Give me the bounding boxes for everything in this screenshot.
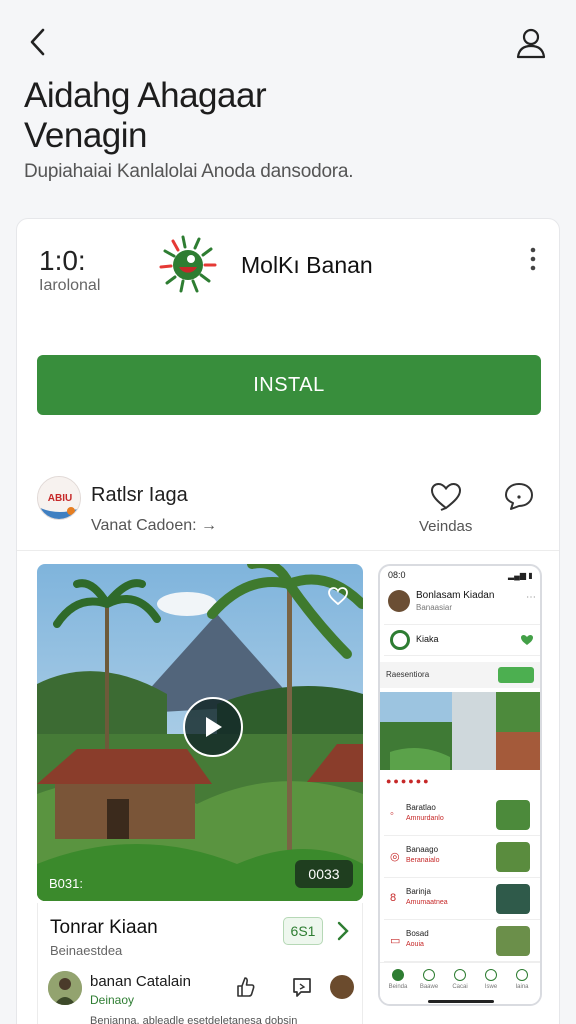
- phone-section-button: [498, 667, 534, 683]
- phone-list-item: 8 Barinja Amumaatnea: [384, 878, 540, 920]
- phone-list-thumb: [496, 800, 530, 830]
- phone-list-sub: Amnurdanlo: [406, 815, 444, 822]
- title-line-2: Venagin: [24, 116, 148, 155]
- video-thumbnail[interactable]: B031: 0033: [37, 564, 363, 901]
- media-caption: Tonrar Kiaan Beinaestdea 6S1 banan Catal…: [37, 903, 363, 1024]
- more-vertical-icon: [530, 247, 536, 271]
- phone-list-title: Banaago: [406, 845, 439, 854]
- phone-list-icon: ◎: [390, 851, 400, 863]
- user-subtitle: Deinaoy: [90, 993, 135, 1007]
- phone-app-row: Kiaka: [384, 624, 540, 656]
- phone-app-logo-icon: [390, 630, 410, 650]
- phone-list-thumb: [496, 884, 530, 914]
- phone-list-thumb: [496, 926, 530, 956]
- media-title: Tonrar Kiaan: [50, 917, 158, 938]
- chevron-left-icon: [30, 28, 45, 56]
- user-description: Benianna, ableadle esetdeletanesa dobsin: [90, 1015, 298, 1024]
- video-elapsed: B031:: [49, 876, 83, 891]
- video-duration: 0033: [295, 860, 353, 888]
- fullscreen-icon[interactable]: [327, 586, 349, 606]
- user-avatar[interactable]: [48, 971, 82, 1005]
- media-subtitle: Beinaestdea: [50, 943, 123, 958]
- more-options-button[interactable]: [523, 245, 543, 273]
- phone-status-time: 08:0: [388, 570, 406, 580]
- play-icon: [206, 717, 222, 737]
- time-label: Iarolonal: [39, 277, 101, 294]
- time-value: 1:0:: [39, 245, 86, 276]
- phone-list-sub: Beranaialo: [406, 857, 440, 864]
- phone-nav-label: Beinda: [388, 984, 408, 990]
- phone-nav-label: Baawe: [419, 984, 439, 990]
- phone-section-title: Raesentiora: [386, 670, 430, 679]
- chat-bubble-icon: [505, 483, 533, 510]
- phone-list-icon: ◦: [390, 808, 394, 820]
- thumbs-up-icon[interactable]: [234, 975, 256, 999]
- phone-home-indicator: [428, 1000, 494, 1003]
- phone-header-subtitle: Banaasiar: [416, 603, 453, 612]
- developer-logo-text: ABIU: [48, 493, 72, 504]
- chevron-right-icon[interactable]: [335, 919, 351, 943]
- like-button[interactable]: [429, 481, 463, 511]
- developer-link-text: Vanat Cadoen:: [91, 517, 197, 534]
- phone-status-icons: ▂▄▆ ▮: [508, 571, 533, 580]
- top-bar: [0, 0, 576, 84]
- app-name: MolKı Banan: [241, 252, 373, 278]
- profile-button[interactable]: [512, 24, 550, 62]
- install-button[interactable]: INSTAL: [37, 355, 541, 415]
- arrow-right-icon: →: [201, 517, 218, 534]
- rating-badge: 6S1: [283, 917, 323, 945]
- phone-list-title: Barinja: [406, 887, 431, 896]
- app-logo: [153, 233, 225, 297]
- phone-nav-label: Iaina: [515, 984, 529, 990]
- phone-nav-item: Beinda: [386, 969, 410, 990]
- small-avatar[interactable]: [330, 975, 354, 999]
- sunburst-logo-icon: [159, 235, 217, 293]
- phone-list-item: ◦ Baratlao Amnurdanlo: [384, 794, 540, 836]
- comment-button[interactable]: [503, 481, 535, 511]
- phone-list-sub: Aouia: [406, 941, 424, 948]
- phone-nav-item: Iaina: [510, 969, 534, 990]
- phone-list-title: Baratlao: [406, 803, 436, 812]
- phone-heart-icon: [521, 635, 533, 645]
- developer-avatar[interactable]: ABIU: [37, 476, 81, 520]
- user-icon: [516, 28, 546, 59]
- phone-screenshot: 08:0 ▂▄▆ ▮ Bonlasam Kiadan Banaasiar ⋯ K…: [378, 564, 542, 1006]
- phone-indicator-dots: ●●●●●●: [386, 776, 431, 786]
- phone-nav-item: Iswe: [479, 969, 503, 990]
- phone-app-row-text: Kiaka: [416, 634, 439, 644]
- page-title: Aidahg Ahagaar Venagin: [24, 76, 524, 156]
- phone-nav-item: Cacai: [448, 969, 472, 990]
- person-photo-icon: [48, 971, 82, 1005]
- phone-list-thumb: [496, 842, 530, 872]
- phone-section-header: Raesentiora: [380, 662, 540, 688]
- developer-name: Ratlsr Iaga: [91, 484, 188, 506]
- title-line-1: Aidahg Ahagaar: [24, 76, 267, 115]
- phone-gallery-image: [380, 692, 540, 770]
- play-button[interactable]: [183, 697, 243, 757]
- page-subtitle: Dupiahaiai Kanlalolai Anoda dansodora.: [24, 161, 354, 182]
- developer-logo-icon: ABIU: [38, 477, 80, 519]
- reactions-label: Veindas: [419, 518, 473, 535]
- phone-list-icon: ▭: [390, 935, 401, 947]
- phone-nav-label: Cacai: [452, 984, 468, 990]
- section-divider: [17, 550, 559, 551]
- phone-list-item: ▭ Bosad Aouia: [384, 920, 540, 962]
- app-card: 1:0: Iarolonal MolKı Banan INSTAL ABIU R…: [16, 218, 560, 1024]
- phone-list-item: ◎ Banaago Beranaialo: [384, 836, 540, 878]
- phone-nav-label: Iswe: [484, 984, 498, 990]
- phone-nav-item: Baawe: [417, 969, 441, 990]
- phone-list-icon: 8: [390, 892, 397, 904]
- phone-header-title: Bonlasam Kiadan: [416, 590, 495, 601]
- phone-list-title: Bosad: [406, 929, 429, 938]
- user-name: banan Catalain: [90, 973, 191, 990]
- developer-link[interactable]: Vanat Cadoen: →: [91, 517, 217, 535]
- phone-list-sub: Amumaatnea: [406, 899, 448, 906]
- heart-icon: [430, 482, 462, 511]
- phone-bottom-nav: Beinda Baawe Cacai Iswe Iaina: [380, 962, 540, 1004]
- message-icon[interactable]: [290, 975, 314, 999]
- phone-more-icon: ⋯: [526, 592, 536, 603]
- phone-header-avatar: [388, 590, 410, 612]
- back-button[interactable]: [24, 26, 54, 58]
- app-detail-screen: Aidahg Ahagaar Venagin Dupiahaiai Kanlal…: [0, 0, 576, 1024]
